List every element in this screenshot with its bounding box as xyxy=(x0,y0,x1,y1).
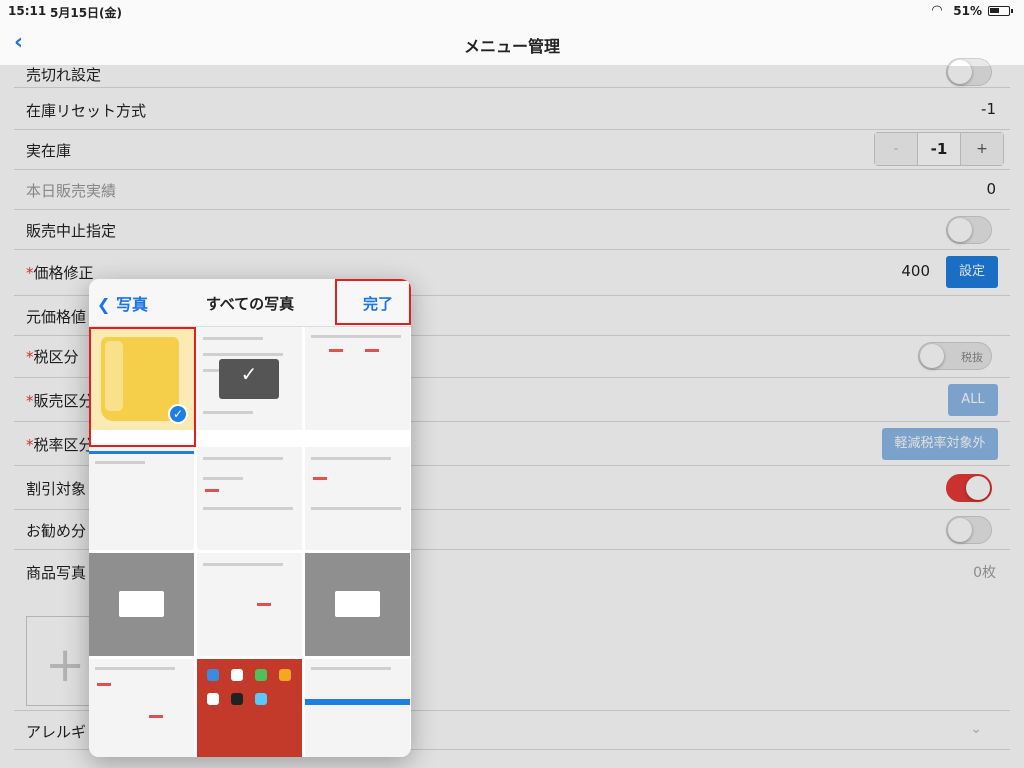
photo-thumbnail-ipad-home[interactable] xyxy=(197,659,302,757)
photo-thumbnail[interactable] xyxy=(89,659,194,757)
photo-thumbnail[interactable] xyxy=(89,553,194,656)
photo-thumbnail[interactable] xyxy=(305,659,410,757)
photo-thumbnail[interactable] xyxy=(305,553,410,656)
status-date: 5月15日(金) xyxy=(50,6,123,20)
picker-header: ❮ 写真 すべての写真 完了 xyxy=(89,279,411,327)
photo-picker-popover: ❮ 写真 すべての写真 完了 ✓ ✓ xyxy=(89,279,411,757)
photo-thumbnail[interactable] xyxy=(89,447,194,550)
status-bar: 15:11 5月15日(金) ◠ 51% xyxy=(0,0,1024,22)
check-toast-icon: ✓ xyxy=(219,359,279,399)
photo-thumbnail[interactable]: ✓ xyxy=(197,327,302,430)
wifi-icon: ◠ xyxy=(932,3,942,18)
status-time: 15:11 xyxy=(8,4,47,18)
battery-icon xyxy=(988,6,1010,16)
photo-thumbnail[interactable] xyxy=(197,447,302,550)
done-highlight-box xyxy=(335,279,411,325)
selected-photo-highlight xyxy=(89,327,196,447)
photo-thumbnail[interactable] xyxy=(305,327,410,430)
photo-thumbnail[interactable] xyxy=(305,447,410,550)
photo-thumbnail[interactable] xyxy=(197,553,302,656)
battery-percent: 51% xyxy=(953,4,982,18)
